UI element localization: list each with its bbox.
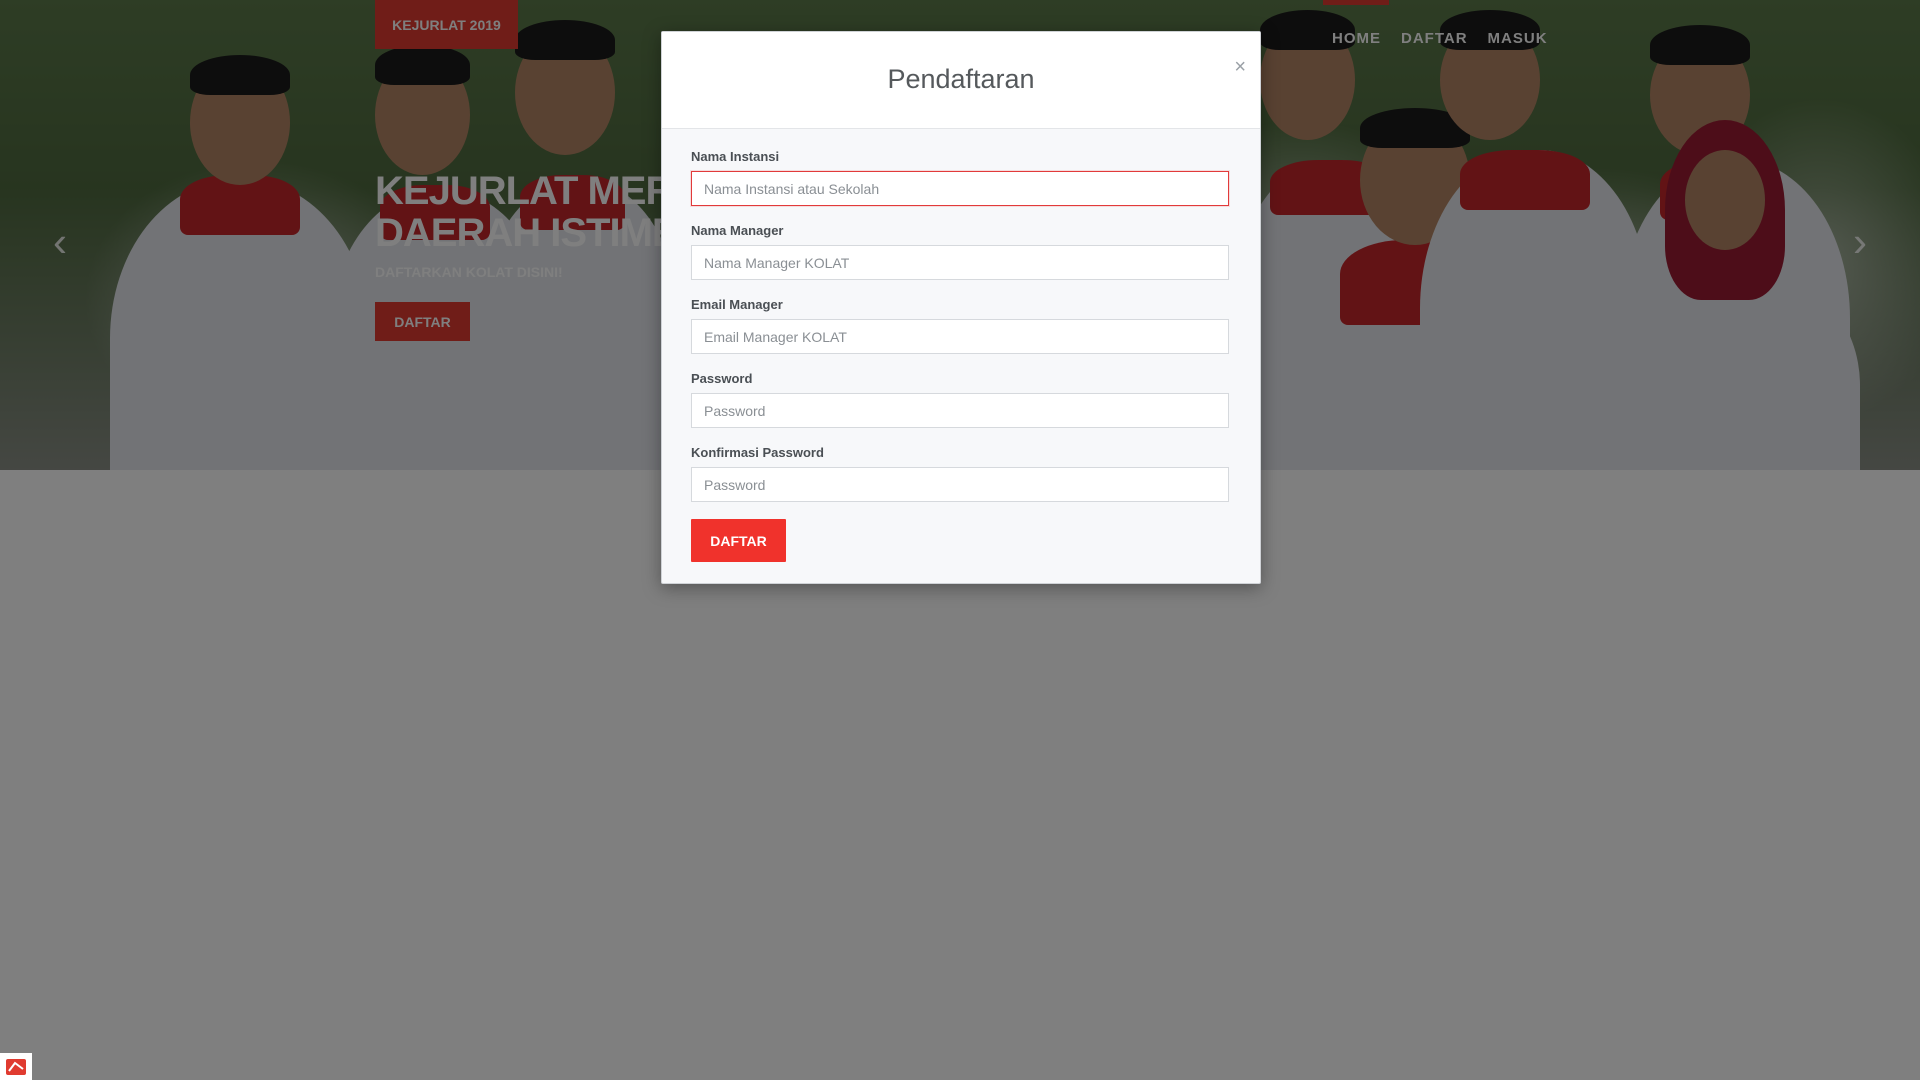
password-input[interactable] [691, 393, 1229, 428]
modal-header: Pendaftaran × [662, 32, 1260, 129]
nama-manager-input[interactable] [691, 245, 1229, 280]
email-manager-input[interactable] [691, 319, 1229, 354]
modal-title: Pendaftaran [887, 63, 1035, 94]
form-group-email-manager: Email Manager [691, 297, 1231, 354]
nama-instansi-input[interactable] [691, 171, 1229, 206]
form-group-konfirmasi-password: Konfirmasi Password [691, 445, 1231, 502]
close-icon[interactable]: × [1234, 56, 1246, 79]
app-logo-icon[interactable] [0, 1053, 32, 1080]
konfirmasi-password-label: Konfirmasi Password [691, 445, 824, 460]
form-group-password: Password [691, 371, 1231, 428]
nama-instansi-label: Nama Instansi [691, 149, 780, 164]
email-manager-label: Email Manager [691, 297, 783, 312]
form-group-nama-instansi: Nama Instansi [691, 149, 1231, 206]
konfirmasi-password-input[interactable] [691, 467, 1229, 502]
registration-modal: Pendaftaran × Nama Instansi Nama Manager… [661, 31, 1261, 584]
form-group-nama-manager: Nama Manager [691, 223, 1231, 280]
nama-manager-label: Nama Manager [691, 223, 784, 238]
daftar-submit-button[interactable]: DAFTAR [691, 519, 786, 562]
password-label: Password [691, 371, 753, 386]
modal-body: Nama Instansi Nama Manager Email Manager… [662, 129, 1260, 562]
